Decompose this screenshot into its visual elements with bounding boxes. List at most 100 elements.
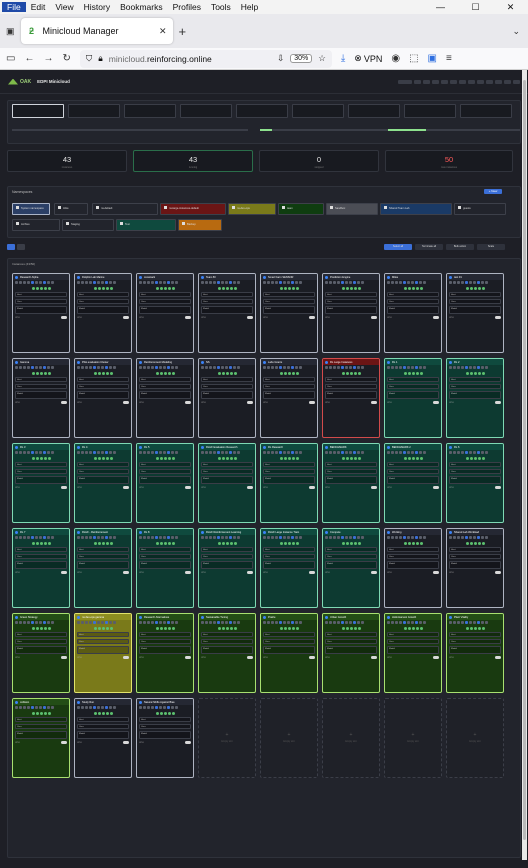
card-field-user[interactable]: User	[387, 639, 439, 644]
action-icon[interactable]	[101, 621, 104, 624]
action-icon[interactable]	[225, 621, 228, 624]
action-icon[interactable]	[415, 366, 418, 369]
action-icon[interactable]	[415, 281, 418, 284]
card-field-host[interactable]: Host	[263, 547, 315, 552]
card-field-host[interactable]: Host	[139, 462, 191, 467]
action-icon[interactable]	[147, 451, 150, 454]
card-field-host[interactable]: Host	[201, 547, 253, 552]
action-icon[interactable]	[453, 621, 456, 624]
action-icon[interactable]	[361, 621, 364, 624]
action-icon[interactable]	[221, 366, 224, 369]
header-btn[interactable]	[477, 79, 484, 84]
card-field-model[interactable]: Model	[201, 306, 253, 314]
action-icon[interactable]	[105, 281, 108, 284]
power-toggle[interactable]	[495, 656, 501, 659]
card-field-host[interactable]: Host	[139, 377, 191, 382]
action-icon[interactable]	[357, 451, 360, 454]
action-icon[interactable]	[109, 706, 112, 709]
action-icon[interactable]	[85, 281, 88, 284]
empty-slot[interactable]: + Empty slot	[446, 698, 504, 778]
action-icon[interactable]	[89, 281, 92, 284]
action-icon[interactable]	[139, 706, 142, 709]
namespace-chip[interactable]: ns-default	[92, 203, 158, 215]
action-icon[interactable]	[81, 621, 84, 624]
action-icon[interactable]	[155, 451, 158, 454]
power-toggle[interactable]	[309, 401, 315, 404]
checkbox-icon[interactable]	[16, 206, 19, 209]
card-field-user[interactable]: User	[15, 554, 67, 559]
action-icon[interactable]	[51, 451, 54, 454]
action-icon[interactable]	[485, 366, 488, 369]
action-icon[interactable]	[329, 451, 332, 454]
action-icon[interactable]	[453, 536, 456, 539]
instance-card[interactable]: Gamma Host User Model CPU	[12, 358, 70, 438]
action-icon[interactable]	[81, 366, 84, 369]
action-icon[interactable]	[387, 281, 390, 284]
forward-icon[interactable]: →	[43, 53, 53, 64]
action-icon[interactable]	[263, 536, 266, 539]
menu-tools[interactable]: Tools	[206, 2, 236, 12]
card-field-model[interactable]: Model	[263, 646, 315, 654]
action-icon[interactable]	[109, 536, 112, 539]
app-menu-icon[interactable]: ≡	[446, 53, 452, 64]
action-icon[interactable]	[329, 366, 332, 369]
power-toggle[interactable]	[495, 401, 501, 404]
action-icon[interactable]	[113, 281, 116, 284]
action-icon[interactable]	[299, 621, 302, 624]
action-icon[interactable]	[39, 536, 42, 539]
action-icon[interactable]	[101, 451, 104, 454]
action-icon[interactable]	[159, 621, 162, 624]
action-icon[interactable]	[449, 621, 452, 624]
card-field-user[interactable]: User	[201, 554, 253, 559]
action-icon[interactable]	[387, 536, 390, 539]
power-toggle[interactable]	[309, 316, 315, 319]
header-btn[interactable]	[459, 79, 466, 84]
view-list-toggle[interactable]	[17, 244, 25, 250]
card-field-user[interactable]: User	[325, 639, 377, 644]
action-icon[interactable]	[469, 366, 472, 369]
power-toggle[interactable]	[495, 571, 501, 574]
instance-card[interactable]: test 01 Host User Model CPU	[446, 273, 504, 353]
card-field-user[interactable]: User	[263, 554, 315, 559]
card-field-user[interactable]: User	[263, 299, 315, 304]
action-icon[interactable]	[147, 621, 150, 624]
action-icon[interactable]	[19, 536, 22, 539]
instance-card[interactable]: Urban Growth Host User Model CPU	[322, 613, 380, 693]
action-icon[interactable]	[159, 366, 162, 369]
action-icon[interactable]	[151, 451, 154, 454]
instance-card[interactable]: RLHF Reinforcement Learning Host User Model…	[198, 528, 256, 608]
action-icon[interactable]	[77, 536, 80, 539]
action-icon[interactable]	[155, 621, 158, 624]
action-icon[interactable]	[31, 281, 34, 284]
checkbox-icon[interactable]	[120, 222, 123, 225]
card-field-model[interactable]: Model	[387, 561, 439, 569]
action-icon[interactable]	[283, 451, 286, 454]
card-field-host[interactable]: Host	[325, 292, 377, 297]
action-icon[interactable]	[279, 366, 282, 369]
action-icon[interactable]	[35, 281, 38, 284]
power-toggle[interactable]	[123, 316, 129, 319]
action-icon[interactable]	[77, 451, 80, 454]
card-field-host[interactable]: Host	[387, 292, 439, 297]
action-icon[interactable]	[349, 621, 352, 624]
menu-file[interactable]: File	[2, 2, 26, 12]
action-icon[interactable]	[77, 706, 80, 709]
action-icon[interactable]	[291, 621, 294, 624]
card-field-host[interactable]: Host	[449, 632, 501, 637]
action-icon[interactable]	[345, 451, 348, 454]
card-field-model[interactable]: Model	[77, 476, 129, 484]
card-field-user[interactable]: User	[325, 299, 377, 304]
power-toggle[interactable]	[61, 316, 67, 319]
namespace-chip[interactable]: System namespace	[12, 203, 50, 215]
card-field-model[interactable]: Model	[15, 731, 67, 739]
namespace-chip[interactable]: team	[278, 203, 324, 215]
action-icon[interactable]	[403, 366, 406, 369]
action-icon[interactable]	[449, 451, 452, 454]
action-icon[interactable]	[39, 451, 42, 454]
new-namespace-button[interactable]: + New	[484, 189, 502, 194]
card-field-model[interactable]: Model	[15, 476, 67, 484]
action-icon[interactable]	[395, 281, 398, 284]
action-icon[interactable]	[341, 621, 344, 624]
scrollbar-thumb[interactable]	[523, 80, 526, 840]
action-icon[interactable]	[395, 451, 398, 454]
